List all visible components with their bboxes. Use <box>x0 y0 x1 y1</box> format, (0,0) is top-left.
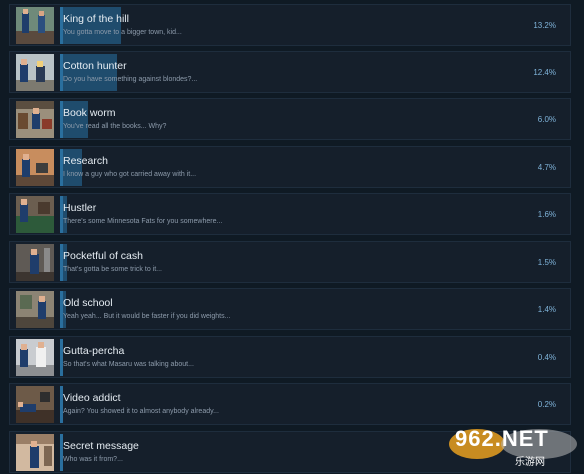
achievement-thumbnail <box>16 434 54 471</box>
achievement-percent: 0.2% <box>537 400 556 409</box>
achievement-description: Who was it from?... <box>63 456 123 463</box>
achievement-percent: 6.0% <box>537 115 556 124</box>
achievement-title: Video addict <box>63 392 121 404</box>
achievement-percent: 13.2% <box>533 21 556 30</box>
achievement-progress-bar <box>60 196 523 233</box>
achievement-thumbnail <box>16 7 54 44</box>
achievement-progress-bar <box>60 291 523 328</box>
achievement-title: Cotton hunter <box>63 60 127 72</box>
watermark-text: 962.NET <box>455 426 549 451</box>
achievement-progress-bar <box>60 7 523 44</box>
achievement-progress-bar <box>60 54 523 91</box>
achievement-thumbnail <box>16 54 54 91</box>
achievement-row-gutta-percha[interactable]: Gutta-percha So that's what Masaru was t… <box>9 336 571 378</box>
achievement-percent: 1.5% <box>537 258 556 267</box>
achievement-row-cotton-hunter[interactable]: Cotton hunter Do you have something agai… <box>9 51 571 93</box>
achievement-thumbnail <box>16 149 54 186</box>
achievement-description: So that's what Masaru was talking about.… <box>63 361 194 368</box>
watermark-logo: 962.NET 乐游网 <box>447 426 579 470</box>
achievement-list: King of the hill You gotta move to a big… <box>0 0 584 474</box>
achievement-title: Hustler <box>63 202 97 214</box>
achievement-title: Old school <box>63 297 113 309</box>
achievement-description: Again? You showed it to almost anybody a… <box>63 408 219 415</box>
achievement-row-book-worm[interactable]: Book worm You've read all the books... W… <box>9 98 571 140</box>
achievement-row-old-school[interactable]: Old school Yeah yeah... But it would be … <box>9 288 571 330</box>
achievement-description: Do you have something against blondes?..… <box>63 76 198 83</box>
achievement-title: Secret message <box>63 440 139 452</box>
achievement-description: I know a guy who got carried away with i… <box>63 171 197 178</box>
achievement-thumbnail <box>16 291 54 328</box>
achievement-row-video-addict[interactable]: Video addict Again? You showed it to alm… <box>9 383 571 425</box>
achievement-description: You've read all the books... Why? <box>63 123 167 130</box>
achievement-description: There's some Minnesota Fats for you some… <box>63 218 223 225</box>
achievement-progress-bar <box>60 101 523 138</box>
achievement-thumbnail <box>16 244 54 281</box>
watermark-subtext: 乐游网 <box>515 457 545 468</box>
achievement-progress-bar <box>60 339 523 376</box>
achievement-description: You gotta move to a bigger town, kid... <box>63 29 182 36</box>
achievement-title: Gutta-percha <box>63 345 125 357</box>
achievement-row-hustler[interactable]: Hustler There's some Minnesota Fats for … <box>9 193 571 235</box>
achievement-percent: 4.7% <box>537 163 556 172</box>
achievement-progress-bar <box>60 386 523 423</box>
achievement-percent: 1.6% <box>537 210 556 219</box>
achievement-percent: 1.4% <box>537 305 556 314</box>
achievement-thumbnail <box>16 196 54 233</box>
achievement-percent: 12.4% <box>533 68 556 77</box>
achievement-row-pocketful-of-cash[interactable]: Pocketful of cash That's gotta be some t… <box>9 241 571 283</box>
achievement-row-king-of-the-hill[interactable]: King of the hill You gotta move to a big… <box>9 4 571 46</box>
achievement-thumbnail <box>16 101 54 138</box>
achievement-description: Yeah yeah... But it would be faster if y… <box>63 313 231 320</box>
achievement-thumbnail <box>16 386 54 423</box>
achievement-percent: 0.4% <box>537 353 556 362</box>
achievement-title: Research <box>63 155 108 167</box>
achievement-title: King of the hill <box>63 13 129 25</box>
achievement-title: Book worm <box>63 107 116 119</box>
achievement-description: That's gotta be some trick to it... <box>63 266 162 273</box>
achievement-title: Pocketful of cash <box>63 250 143 262</box>
achievement-thumbnail <box>16 339 54 376</box>
achievement-row-research[interactable]: Research I know a guy who got carried aw… <box>9 146 571 188</box>
achievement-progress-bar <box>60 149 523 186</box>
